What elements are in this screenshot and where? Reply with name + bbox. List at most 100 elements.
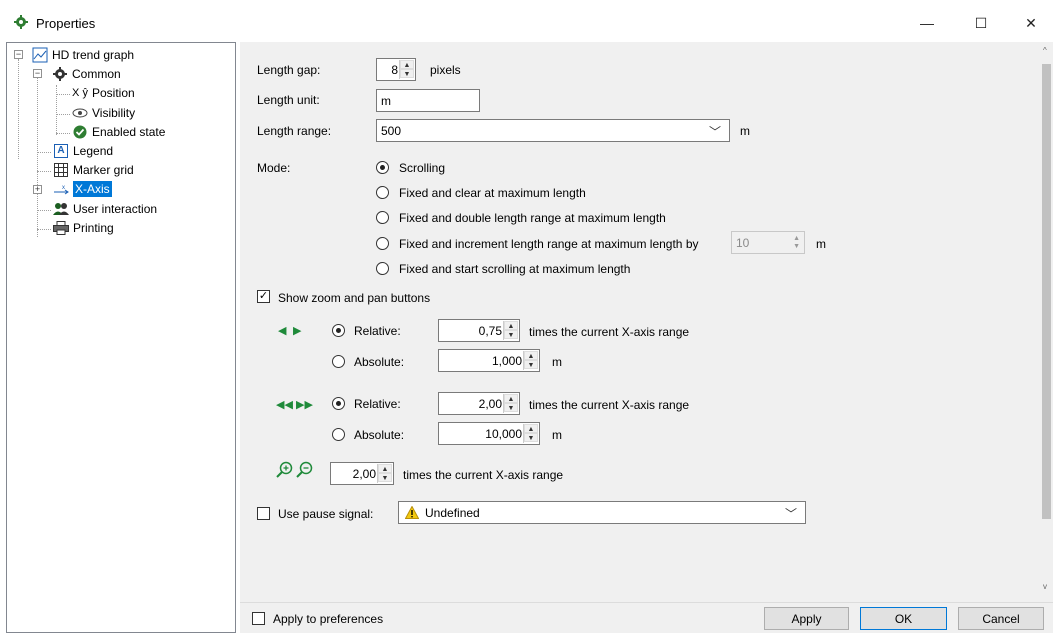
tree-item-common[interactable]: Common bbox=[51, 65, 121, 83]
close-button[interactable]: ✕ bbox=[1008, 6, 1053, 40]
fast-pan-right-icon: ▶▶ bbox=[296, 399, 313, 411]
tree-item-label: Printing bbox=[73, 221, 114, 235]
zoom-in-icon bbox=[276, 461, 294, 482]
zoom-value: 2,00 bbox=[352, 467, 376, 481]
scroll-thumb[interactable] bbox=[1042, 64, 1051, 519]
pan1-relative-radio[interactable] bbox=[332, 324, 345, 337]
minimize-button[interactable]: — bbox=[904, 6, 950, 40]
stepper-arrows[interactable]: ▲ ▼ bbox=[523, 351, 538, 370]
tree-line bbox=[56, 94, 70, 95]
tree-item-legend[interactable]: A Legend bbox=[52, 142, 113, 160]
tree-line bbox=[37, 229, 51, 230]
eye-icon bbox=[71, 105, 89, 121]
length-unit-label: Length unit: bbox=[257, 93, 320, 107]
tree-line bbox=[37, 152, 51, 153]
tree-item-label: Common bbox=[72, 67, 121, 81]
pan2-absolute-unit: m bbox=[552, 428, 562, 442]
increment-stepper[interactable]: 10 ▲ ▼ bbox=[731, 231, 805, 254]
tree-item-hd-trend-graph[interactable]: HD trend graph bbox=[31, 46, 134, 64]
legend-icon-letter: A bbox=[54, 144, 68, 158]
tree-item-position[interactable]: X ŷ Position bbox=[71, 84, 135, 102]
apply-to-preferences-checkbox[interactable] bbox=[252, 612, 265, 625]
pan1-relative-stepper[interactable]: 0,75 ▲ ▼ bbox=[438, 319, 520, 342]
pan2-absolute-stepper[interactable]: 10,000 ▲ ▼ bbox=[438, 422, 540, 445]
tree-item-label: Marker grid bbox=[73, 163, 134, 177]
fast-pan-left-icon: ◀◀ bbox=[276, 399, 293, 411]
mode-radio-fixed-start-scrolling[interactable] bbox=[376, 262, 389, 275]
ok-button[interactable]: OK bbox=[860, 607, 947, 630]
tree-item-x-axis[interactable]: x X-Axis bbox=[52, 180, 112, 198]
pause-signal-label: Use pause signal: bbox=[278, 507, 374, 521]
up-arrow-icon[interactable]: ▲ bbox=[524, 351, 538, 360]
length-gap-stepper[interactable]: 8 ▲ ▼ bbox=[376, 58, 416, 81]
down-arrow-icon[interactable]: ▼ bbox=[524, 360, 538, 369]
up-arrow-icon[interactable]: ▲ bbox=[504, 394, 518, 403]
pan1-absolute-value: 1,000 bbox=[491, 354, 522, 368]
up-arrow-icon[interactable]: ▲ bbox=[504, 321, 518, 330]
x-axis-icon: x bbox=[52, 181, 70, 197]
chevron-down-icon[interactable]: ﹀ bbox=[709, 123, 721, 140]
expand-icon[interactable]: + bbox=[33, 185, 42, 194]
mode-radio-fixed-increment[interactable] bbox=[376, 237, 389, 250]
tree-item-label: HD trend graph bbox=[52, 48, 135, 62]
pan2-relative-radio[interactable] bbox=[332, 397, 345, 410]
pause-signal-checkbox[interactable] bbox=[257, 507, 270, 520]
up-arrow-icon[interactable]: ▲ bbox=[524, 424, 538, 433]
down-arrow-icon[interactable]: ▼ bbox=[400, 69, 414, 78]
down-arrow-icon[interactable]: ▼ bbox=[504, 330, 518, 339]
stepper-arrows[interactable]: ▲ ▼ bbox=[523, 424, 538, 443]
zoom-stepper[interactable]: 2,00 ▲ ▼ bbox=[330, 462, 394, 485]
up-arrow-icon[interactable]: ▲ bbox=[378, 464, 392, 473]
mode-radio-scrolling[interactable] bbox=[376, 161, 389, 174]
pan2-relative-stepper[interactable]: 2,00 ▲ ▼ bbox=[438, 392, 520, 415]
pan2-absolute-radio[interactable] bbox=[332, 428, 345, 441]
show-zoom-checkbox[interactable]: ✓ bbox=[257, 290, 270, 303]
scroll-up-icon[interactable]: ^ bbox=[1043, 46, 1047, 55]
tree-item-visibility[interactable]: Visibility bbox=[71, 104, 135, 122]
apply-button-label: Apply bbox=[791, 611, 822, 626]
tree-item-label: User interaction bbox=[73, 202, 158, 216]
length-range-unit: m bbox=[740, 124, 750, 138]
pause-signal-combo[interactable]: Undefined ﹀ bbox=[398, 501, 806, 524]
length-range-label: Length range: bbox=[257, 124, 332, 138]
increment-value: 10 bbox=[736, 235, 750, 250]
mode-radio-fixed-clear[interactable] bbox=[376, 186, 389, 199]
printer-icon bbox=[52, 220, 70, 236]
stepper-arrows[interactable]: ▲ ▼ bbox=[377, 464, 392, 483]
cancel-button[interactable]: Cancel bbox=[958, 607, 1044, 630]
tree-item-enabled-state[interactable]: Enabled state bbox=[71, 123, 165, 141]
gear-icon bbox=[51, 66, 69, 82]
apply-button[interactable]: Apply bbox=[764, 607, 849, 630]
property-tree[interactable]: − HD trend graph − Common X ŷ Position V… bbox=[6, 42, 236, 633]
pan2-relative-label: Relative: bbox=[354, 397, 401, 411]
collapse-icon[interactable]: − bbox=[33, 69, 42, 78]
pan1-absolute-label: Absolute: bbox=[354, 355, 405, 369]
scroll-down-icon[interactable]: v bbox=[1043, 582, 1047, 591]
show-zoom-label: Show zoom and pan buttons bbox=[278, 291, 431, 305]
down-arrow-icon[interactable]: ▼ bbox=[524, 433, 538, 442]
down-arrow-icon[interactable]: ▼ bbox=[378, 473, 392, 482]
tree-line bbox=[37, 210, 51, 211]
length-range-combo[interactable]: 500 ﹀ bbox=[376, 119, 730, 142]
pan1-absolute-radio[interactable] bbox=[332, 355, 345, 368]
stepper-arrows[interactable]: ▲ ▼ bbox=[503, 394, 518, 413]
tree-item-user-interaction[interactable]: User interaction bbox=[52, 200, 157, 218]
collapse-icon[interactable]: − bbox=[14, 50, 23, 59]
stepper-arrows[interactable]: ▲ ▼ bbox=[503, 321, 518, 340]
mode-option-label: Fixed and double length range at maximum… bbox=[399, 211, 666, 225]
tree-line bbox=[56, 133, 70, 134]
up-arrow-icon[interactable]: ▲ bbox=[400, 60, 414, 69]
tree-item-printing[interactable]: Printing bbox=[52, 219, 114, 237]
maximize-button[interactable]: ☐ bbox=[958, 6, 1004, 40]
stepper-arrows[interactable]: ▲ ▼ bbox=[399, 60, 414, 79]
pan1-absolute-unit: m bbox=[552, 355, 562, 369]
down-arrow-icon[interactable]: ▼ bbox=[504, 403, 518, 412]
chevron-down-icon[interactable]: ﹀ bbox=[785, 505, 797, 522]
tree-item-label: Legend bbox=[73, 144, 114, 158]
mode-radio-fixed-double[interactable] bbox=[376, 211, 389, 224]
pan1-absolute-stepper[interactable]: 1,000 ▲ ▼ bbox=[438, 349, 540, 372]
tree-item-marker-grid[interactable]: Marker grid bbox=[52, 161, 134, 179]
pan-right-icon: ▶ bbox=[293, 325, 302, 337]
stepper-arrows-icon[interactable]: ▲ ▼ bbox=[793, 235, 800, 251]
length-unit-input[interactable]: m bbox=[376, 89, 480, 112]
